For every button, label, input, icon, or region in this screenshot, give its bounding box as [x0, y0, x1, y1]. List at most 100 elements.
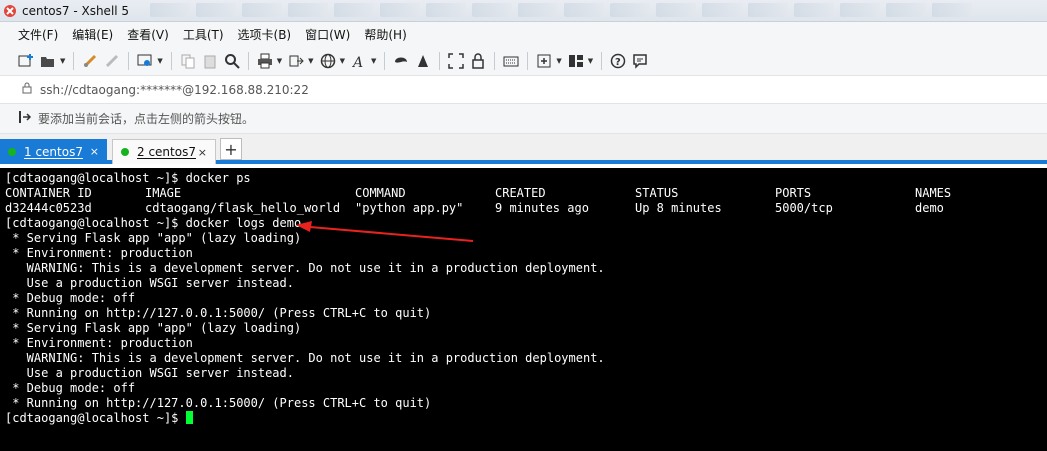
chevron-down-icon[interactable]: ▼ — [60, 57, 65, 65]
window-title: centos7 - Xshell 5 — [22, 3, 130, 18]
toolbar: ▼ ▼ ▼ ▼ ▼ A ▼ ▼ ▼ ? — [0, 46, 1047, 76]
font-icon[interactable]: A — [349, 51, 369, 71]
menu-tab[interactable]: 选项卡(B) — [238, 26, 292, 43]
svg-text:A: A — [351, 55, 363, 69]
log-line: * Serving Flask app "app" (lazy loading) — [5, 321, 302, 335]
prompt-line: [cdtaogang@localhost ~]$ — [5, 411, 1047, 426]
terminal-line: [cdtaogang@localhost ~]$ docker ps — [5, 171, 251, 185]
chevron-down-icon[interactable]: ▼ — [157, 57, 162, 65]
ps-header-image: IMAGE — [145, 186, 182, 200]
close-icon[interactable]: × — [90, 145, 99, 158]
add-session-arrow-icon[interactable] — [18, 110, 32, 127]
ps-header-status: STATUS — [635, 186, 679, 200]
ps-cell-image: cdtaogang/flask_hello_world — [145, 201, 341, 215]
paste-icon[interactable] — [200, 51, 220, 71]
terminal-line: [cdtaogang@localhost ~]$ docker logs dem… — [5, 216, 302, 230]
toolbar-divider — [601, 51, 603, 70]
tab-label: 1 centos7 — [24, 144, 83, 159]
log-line: * Environment: production — [5, 336, 193, 350]
chevron-down-icon[interactable]: ▼ — [371, 57, 376, 65]
copy-icon[interactable] — [178, 51, 198, 71]
session-hint-bar: 要添加当前会话，点击左侧的箭头按钮。 — [0, 104, 1047, 134]
ps-header-container-id: CONTAINER ID — [5, 186, 92, 200]
log-line: * Environment: production — [5, 246, 193, 260]
log-line: Use a production WSGI server instead. — [5, 276, 294, 290]
disconnect-icon[interactable] — [102, 51, 122, 71]
chat-icon[interactable] — [630, 51, 650, 71]
properties-icon[interactable] — [135, 51, 155, 71]
tab-bar: 1 centos7 × 2 centos7 × — [0, 134, 1047, 164]
connect-icon[interactable] — [80, 51, 100, 71]
tab-label: 2 centos7 — [137, 145, 196, 159]
log-line: WARNING: This is a development server. D… — [5, 261, 605, 275]
log-line: * Debug mode: off — [5, 381, 136, 395]
log-line: WARNING: This is a development server. D… — [5, 351, 605, 365]
lock-icon — [22, 82, 32, 97]
tab-centos7-1[interactable]: 1 centos7 × — [0, 139, 107, 164]
chevron-down-icon[interactable]: ▼ — [277, 57, 282, 65]
xftp-icon[interactable] — [391, 51, 411, 71]
toolbar-divider — [73, 51, 75, 70]
tab-centos7-2[interactable]: 2 centos7 × — [112, 139, 216, 164]
xmanager-icon[interactable] — [413, 51, 433, 71]
menu-bar: 文件(F) 编辑(E) 查看(V) 工具(T) 选项卡(B) 窗口(W) 帮助(… — [0, 22, 1047, 46]
ps-cell-container-id: d32444c0523d — [5, 201, 92, 215]
log-line: * Debug mode: off — [5, 291, 136, 305]
chevron-down-icon[interactable]: ▼ — [308, 57, 313, 65]
annotation-arrow-icon — [296, 221, 474, 242]
log-line: * Running on http://127.0.0.1:5000/ (Pre… — [5, 306, 432, 320]
menu-view[interactable]: 查看(V) — [127, 26, 169, 43]
menu-help[interactable]: 帮助(H) — [364, 26, 406, 43]
terminal-output[interactable]: [cdtaogang@localhost ~]$ docker ps CONTA… — [0, 168, 1047, 451]
help-icon[interactable]: ? — [608, 51, 628, 71]
background-window-tabs — [150, 3, 1047, 19]
new-session-icon[interactable] — [16, 51, 36, 71]
globe-icon[interactable] — [318, 51, 338, 71]
xshell-logo-icon — [4, 4, 16, 17]
add-tab-button[interactable]: + — [220, 138, 242, 160]
session-address[interactable]: ssh://cdtaogang:*******@192.168.88.210:2… — [40, 83, 309, 97]
menu-tools[interactable]: 工具(T) — [183, 26, 224, 43]
svg-text:?: ? — [615, 57, 621, 68]
terminal-cursor — [185, 411, 193, 424]
ps-cell-status: Up 8 minutes — [635, 201, 722, 215]
ps-header-created: CREATED — [495, 186, 546, 200]
chevron-down-icon[interactable]: ▼ — [588, 57, 593, 65]
chevron-down-icon[interactable]: ▼ — [556, 57, 561, 65]
toolbar-divider — [439, 51, 441, 70]
toolbar-divider — [494, 51, 496, 70]
connected-status-icon — [121, 148, 129, 156]
chevron-down-icon[interactable]: ▼ — [340, 57, 345, 65]
ps-cell-ports: 5000/tcp — [775, 201, 833, 215]
ps-header-ports: PORTS — [775, 186, 812, 200]
open-folder-icon[interactable] — [38, 51, 58, 71]
ps-header-command: COMMAND — [355, 186, 406, 200]
prompt-text: [cdtaogang@localhost ~]$ — [5, 411, 186, 425]
toolbar-divider — [384, 51, 386, 70]
menu-window[interactable]: 窗口(W) — [305, 26, 350, 43]
ps-data-row: d32444c0523d cdtaogang/flask_hello_world… — [5, 201, 1047, 216]
add-tab-icon[interactable] — [534, 51, 554, 71]
layout-icon[interactable] — [566, 51, 586, 71]
print-icon[interactable] — [255, 51, 275, 71]
transfer-icon[interactable] — [286, 51, 306, 71]
ps-header-names: NAMES — [915, 186, 952, 200]
lock-icon[interactable] — [468, 51, 488, 71]
toolbar-divider — [170, 51, 172, 70]
log-line: * Running on http://127.0.0.1:5000/ (Pre… — [5, 396, 432, 410]
menu-file[interactable]: 文件(F) — [18, 26, 58, 43]
log-line: Use a production WSGI server instead. — [5, 366, 294, 380]
connected-status-icon — [8, 147, 16, 156]
ps-cell-command: "python app.py" — [355, 201, 464, 215]
fullscreen-icon[interactable] — [446, 51, 466, 71]
ps-header-row: CONTAINER ID IMAGE COMMAND CREATED STATU… — [5, 186, 1047, 201]
address-bar[interactable]: ssh://cdtaogang:*******@192.168.88.210:2… — [0, 76, 1047, 104]
menu-edit[interactable]: 编辑(E) — [72, 26, 113, 43]
toolbar-divider — [128, 51, 130, 70]
find-icon[interactable] — [222, 51, 242, 71]
close-icon[interactable]: × — [198, 146, 207, 159]
session-hint-text: 要添加当前会话，点击左侧的箭头按钮。 — [38, 112, 255, 126]
toolbar-divider — [527, 51, 529, 70]
keyboard-icon[interactable] — [501, 51, 521, 71]
ps-cell-names: demo — [915, 201, 944, 215]
